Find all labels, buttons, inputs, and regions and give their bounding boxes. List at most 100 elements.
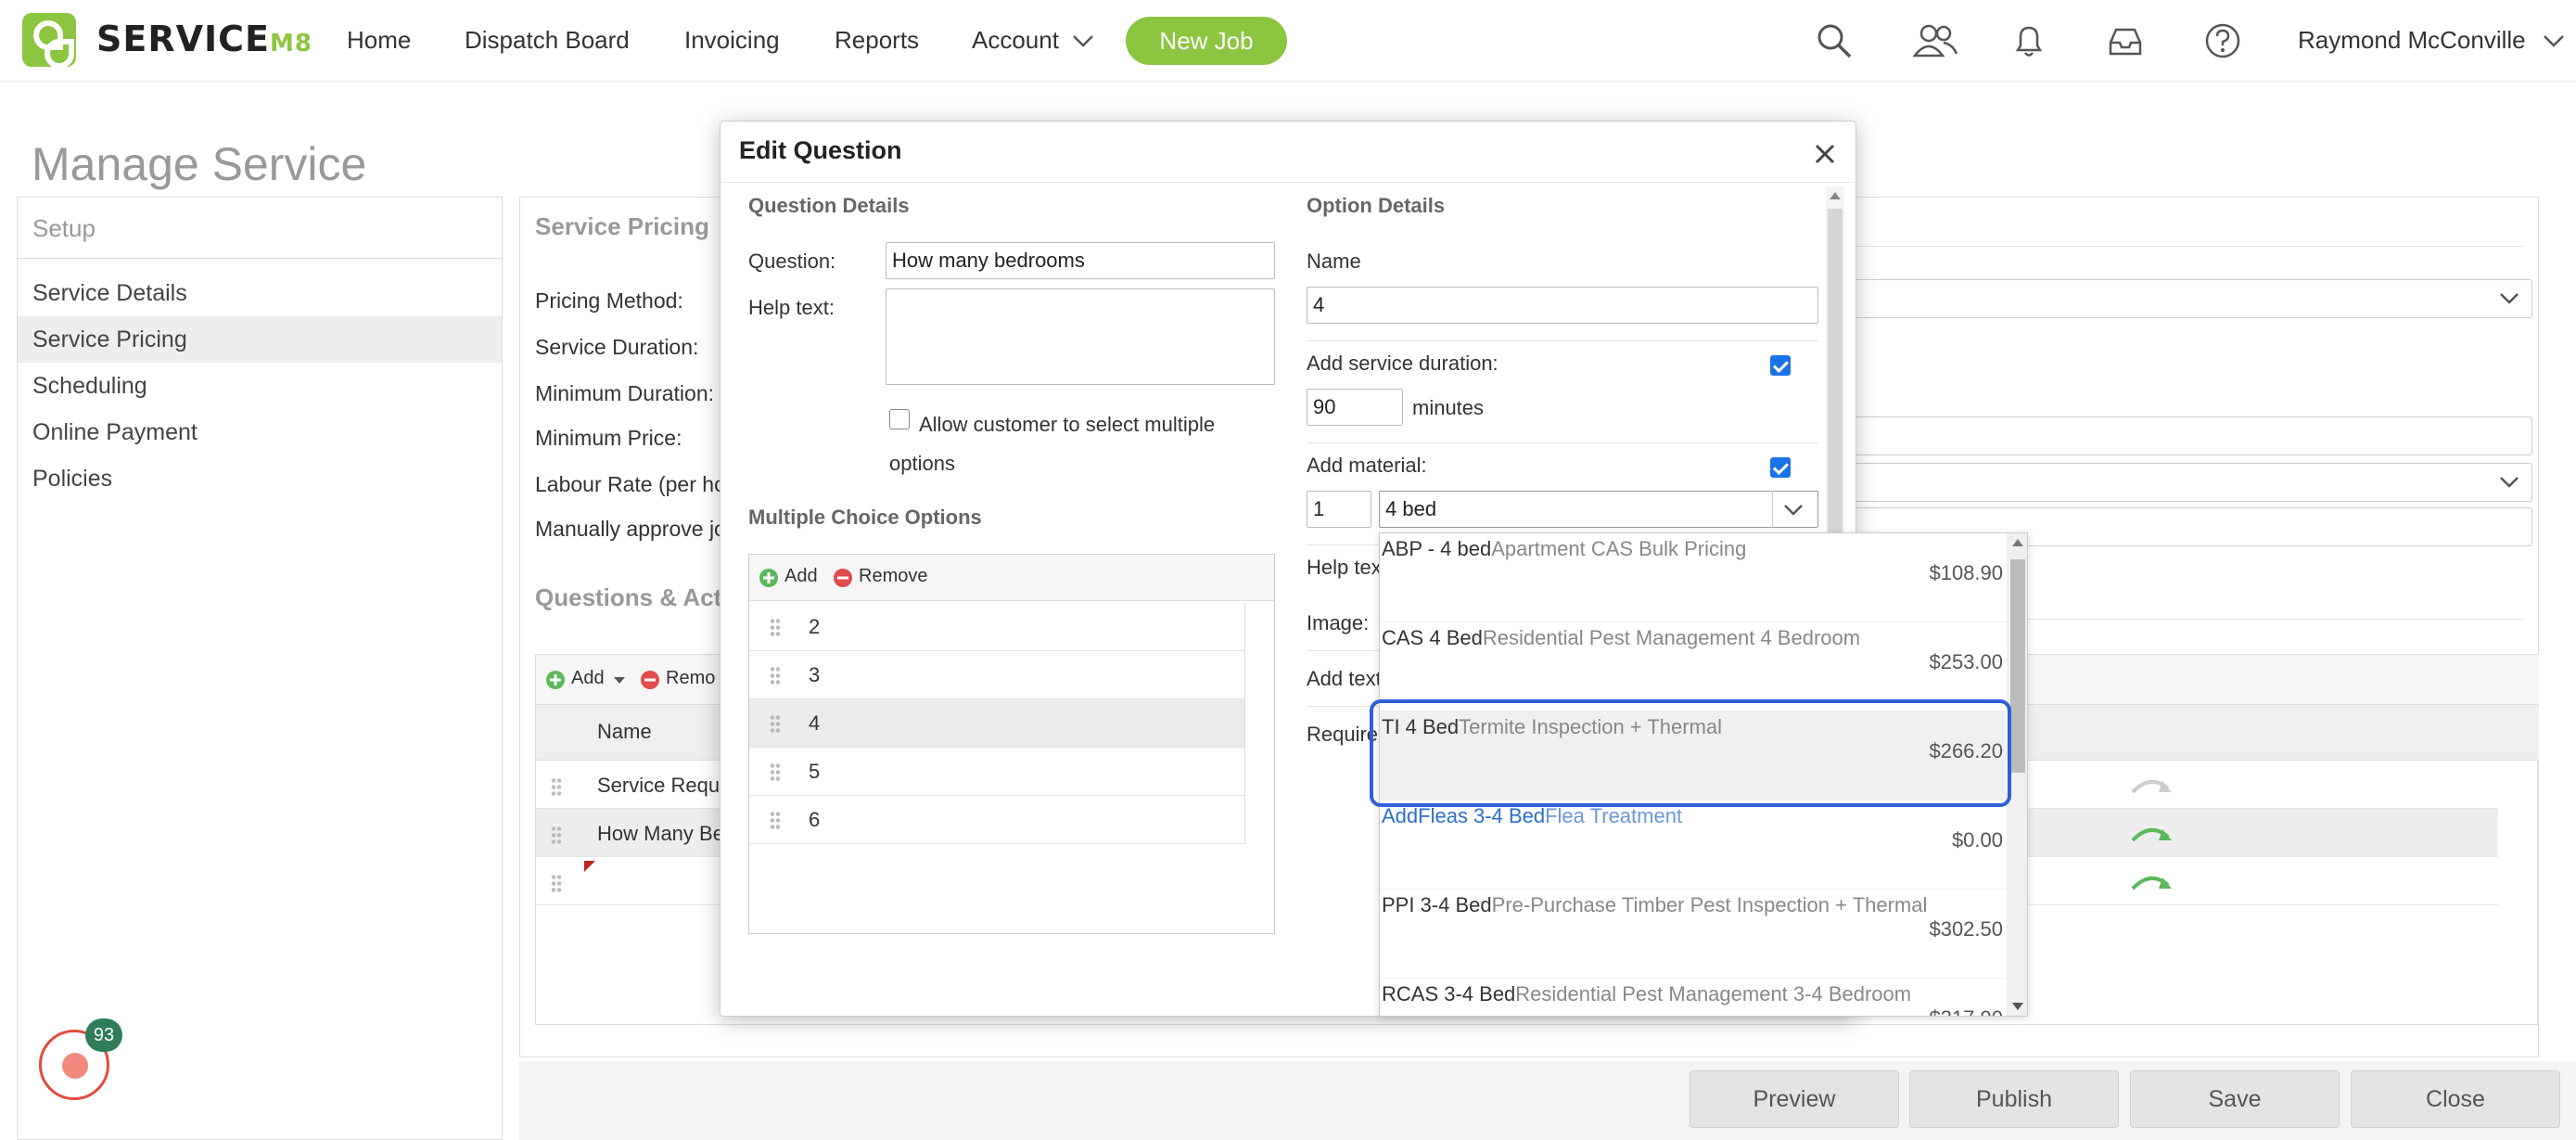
bell-icon[interactable] [2010, 22, 2047, 59]
sidebar-item-service-details[interactable]: Service Details [18, 270, 502, 316]
question-details-heading: Question Details [748, 194, 910, 217]
list-item[interactable]: 4 [749, 699, 1244, 748]
divider [1307, 340, 1818, 341]
save-button[interactable]: Save [2130, 1070, 2340, 1128]
dropdown-scroll-thumb[interactable] [2010, 559, 2025, 773]
option-code: RCAS 3-4 Bed [1382, 982, 1516, 1006]
multiple-choice-list: Add Remove 2 3 4 5 6 [748, 554, 1275, 934]
keyboard-focus-ring [1370, 699, 2011, 807]
divider [1307, 442, 1818, 443]
logic-arrow-icon[interactable] [2127, 868, 2174, 894]
allow-multiple-label[interactable]: Allow customer to select multiple option… [889, 405, 1279, 483]
sidebar-item-service-pricing[interactable]: Service Pricing [18, 316, 502, 363]
labour-rate-select[interactable] [1818, 463, 2532, 502]
option-description: Residential Pest Management 4 Bedroom [1482, 626, 1861, 649]
material-chevron-down-icon[interactable] [1783, 504, 1804, 517]
search-icon[interactable] [1816, 22, 1853, 59]
nav-home[interactable]: Home [347, 26, 411, 55]
list-item[interactable]: 3 [749, 651, 1244, 699]
drag-handle-icon[interactable] [770, 714, 781, 733]
list-item[interactable]: 6 [749, 796, 1244, 844]
user-name[interactable]: Raymond McConville [2298, 26, 2526, 55]
people-icon[interactable] [1912, 22, 1958, 59]
scroll-up-arrow-icon[interactable] [1830, 192, 1841, 199]
sidebar-item-policies[interactable]: Policies [18, 455, 502, 502]
option-name-input[interactable]: 4 [1307, 287, 1818, 324]
list-divider [1244, 603, 1245, 844]
remove-option-button[interactable]: Remove [859, 566, 927, 587]
drag-handle-icon[interactable] [770, 762, 781, 781]
add-material-label: Add material: [1307, 454, 1427, 477]
remove-circle-icon[interactable] [833, 568, 853, 588]
account-chevron-down-icon[interactable] [1072, 33, 1094, 48]
dropdown-option[interactable]: PPI 3-4 BedPre-Purchase Timber Pest Insp… [1380, 890, 2007, 979]
option-details-heading: Option Details [1307, 194, 1446, 217]
dropdown-option[interactable]: CAS 4 BedResidential Pest Management 4 B… [1380, 622, 2007, 711]
list-item[interactable]: 2 [749, 603, 1244, 651]
drag-handle-icon[interactable] [770, 618, 781, 636]
add-circle-icon[interactable] [545, 670, 566, 690]
sidebar-header: Setup [18, 198, 502, 259]
scroll-down-arrow-icon[interactable] [2012, 1003, 2023, 1010]
pricing-method-select[interactable] [1818, 279, 2532, 318]
drag-handle-icon[interactable] [551, 777, 562, 796]
drag-handle-icon[interactable] [770, 666, 781, 685]
logic-arrow-icon[interactable] [2127, 772, 2174, 798]
require-label-truncated: Require [1307, 723, 1379, 746]
user-chevron-down-icon[interactable] [2543, 33, 2565, 48]
add-material-checkbox[interactable] [1770, 457, 1791, 478]
nav-reports[interactable]: Reports [835, 26, 919, 55]
minimum-price-input[interactable] [1818, 416, 2532, 455]
pricing-method-chevron-icon[interactable] [2499, 292, 2519, 305]
col-name-header: Name [597, 720, 652, 743]
brand-logo-text[interactable]: SERVICEM8 [96, 19, 312, 59]
sidebar-item-scheduling[interactable]: Scheduling [18, 363, 502, 409]
drag-handle-icon[interactable] [551, 874, 562, 892]
help-text-textarea[interactable] [886, 288, 1275, 385]
add-caret-icon[interactable] [614, 677, 625, 685]
labour-rate-chevron-icon[interactable] [2499, 476, 2519, 489]
minutes-label: minutes [1412, 396, 1485, 419]
drag-handle-icon[interactable] [551, 826, 562, 844]
section-service-pricing: Service Pricing [535, 212, 709, 240]
pricing-method-label: Pricing Method: [535, 288, 683, 313]
nav-account[interactable]: Account [972, 26, 1059, 55]
remove-circle-icon[interactable] [640, 670, 660, 690]
add-circle-icon[interactable] [759, 568, 779, 588]
list-item[interactable]: 5 [749, 748, 1244, 796]
publish-button[interactable]: Publish [1909, 1070, 2119, 1128]
logo-text-main: SERVICE [96, 19, 270, 59]
row-marker-icon [584, 861, 595, 872]
logic-arrow-icon[interactable] [2127, 820, 2174, 846]
drag-handle-icon[interactable] [770, 811, 781, 829]
material-select[interactable]: 4 bed [1379, 491, 1818, 528]
dropdown-option[interactable]: RCAS 3-4 BedResidential Pest Management … [1380, 979, 2007, 1016]
add-option-button[interactable]: Add [784, 566, 818, 587]
scroll-up-arrow-icon[interactable] [2012, 539, 2023, 546]
question-input[interactable]: How many bedrooms [886, 242, 1275, 279]
sidebar-item-online-payment[interactable]: Online Payment [18, 409, 502, 455]
help-text-label: Help text: [748, 296, 835, 319]
dropdown-option[interactable]: ABP - 4 bedApartment CAS Bulk Pricing $10… [1380, 533, 2007, 622]
add-question-button[interactable]: Add [571, 668, 605, 689]
add-duration-checkbox[interactable] [1770, 355, 1791, 376]
duration-input[interactable]: 90 [1307, 389, 1403, 426]
nav-dispatch-board[interactable]: Dispatch Board [465, 26, 630, 55]
preview-button[interactable]: Preview [1690, 1070, 1899, 1128]
option-price: $253.00 [1929, 650, 2003, 673]
servicem8-logo-icon[interactable] [22, 13, 76, 69]
close-button[interactable]: Close [2351, 1070, 2560, 1128]
minimum-duration-label: Minimum Duration: [535, 381, 714, 405]
inbox-icon[interactable] [2107, 22, 2144, 59]
option-code: CAS 4 Bed [1382, 626, 1483, 649]
nav-invoicing[interactable]: Invoicing [684, 26, 780, 55]
remove-question-button[interactable]: Remo [666, 668, 715, 689]
close-icon[interactable] [1811, 140, 1839, 168]
dialog-title: Edit Question [739, 136, 902, 164]
help-icon[interactable] [2204, 22, 2241, 59]
new-job-button[interactable]: New Job [1126, 17, 1287, 65]
dropdown-option[interactable]: AddFleas 3-4 BedFlea Treatment $0.00 [1380, 801, 2007, 890]
option-price: $108.90 [1929, 561, 2003, 584]
add-text-label-truncated: Add text [1307, 667, 1382, 690]
material-qty-input[interactable]: 1 [1307, 491, 1371, 528]
